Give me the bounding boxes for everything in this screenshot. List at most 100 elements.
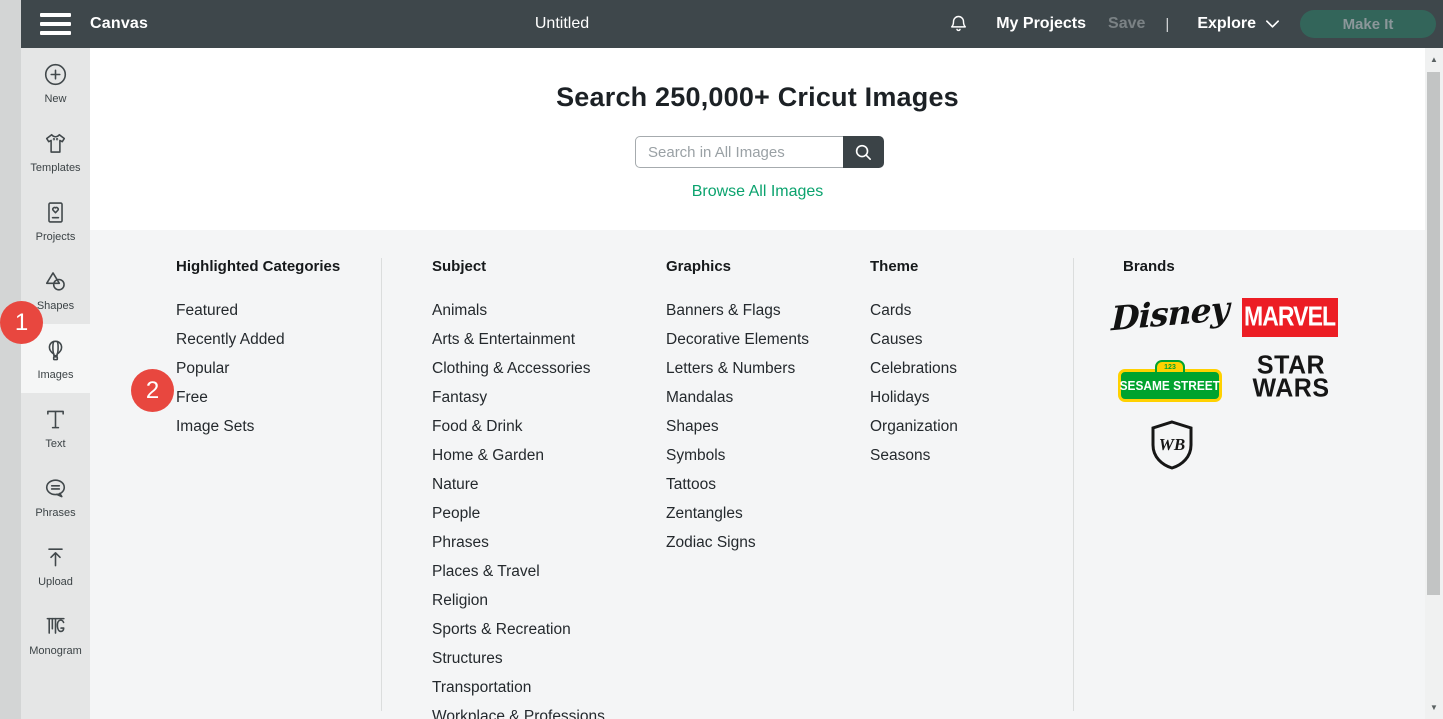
category-link[interactable]: Recently Added	[176, 325, 340, 354]
category-link[interactable]: Tattoos	[666, 470, 809, 499]
make-it-button[interactable]: Make It	[1300, 10, 1436, 38]
canvas-label[interactable]: Canvas	[90, 15, 148, 33]
browse-all-images-link-wrap: Browse All Images	[90, 183, 1425, 201]
sidebar-item-projects[interactable]: Projects	[21, 186, 90, 255]
image-categories-panel: Highlighted Categories FeaturedRecently …	[90, 230, 1425, 719]
sidebar-item-label: Upload	[38, 576, 73, 588]
explore-menu[interactable]: Explore	[1197, 15, 1280, 33]
new-plus-icon	[42, 61, 69, 88]
category-link[interactable]: Banners & Flags	[666, 296, 809, 325]
subject-list: AnimalsArts & EntertainmentClothing & Ac…	[432, 296, 605, 719]
highlighted-categories-list: FeaturedRecently AddedPopularFreeImage S…	[176, 296, 340, 441]
sidebar-item-label: Projects	[36, 231, 76, 243]
category-link[interactable]: Featured	[176, 296, 340, 325]
category-link[interactable]: Letters & Numbers	[666, 354, 809, 383]
category-link[interactable]: Free	[176, 383, 340, 412]
document-title[interactable]: Untitled	[535, 15, 589, 33]
disney-logo[interactable]: Disney	[1116, 288, 1224, 338]
sidebar-item-new[interactable]: New	[21, 48, 90, 117]
category-link[interactable]: Popular	[176, 354, 340, 383]
category-link[interactable]: Phrases	[432, 528, 605, 557]
category-link[interactable]: Structures	[432, 644, 605, 673]
column-theme: Theme CardsCausesCelebrationsHolidaysOrg…	[870, 258, 958, 470]
sesame-123-badge: 123	[1155, 360, 1185, 374]
speech-bubble-icon	[42, 475, 69, 502]
my-projects-button[interactable]: My Projects	[996, 15, 1086, 33]
category-link[interactable]: Clothing & Accessories	[432, 354, 605, 383]
category-link[interactable]: Seasons	[870, 441, 958, 470]
sesame-street-logo[interactable]: 123 SESAME STREET	[1118, 362, 1222, 402]
star-wars-logo[interactable]: STAR WARS	[1243, 355, 1339, 410]
column-graphics: Graphics Banners & FlagsDecorative Eleme…	[666, 258, 809, 557]
column-header: Brands	[1123, 258, 1175, 275]
category-link[interactable]: Arts & Entertainment	[432, 325, 605, 354]
category-link[interactable]: Workplace & Professions	[432, 702, 605, 719]
column-divider	[381, 258, 382, 711]
scrollbar-thumb[interactable]	[1427, 72, 1440, 595]
warner-bros-logo[interactable]: WB	[1150, 420, 1194, 470]
category-link[interactable]: Mandalas	[666, 383, 809, 412]
theme-list: CardsCausesCelebrationsHolidaysOrganizat…	[870, 296, 958, 470]
category-link[interactable]: Zentangles	[666, 499, 809, 528]
chevron-down-icon	[1265, 19, 1280, 29]
category-link[interactable]: Image Sets	[176, 412, 340, 441]
sidebar-item-upload[interactable]: Upload	[21, 531, 90, 600]
save-button[interactable]: Save	[1108, 15, 1145, 33]
category-link[interactable]: Places & Travel	[432, 557, 605, 586]
column-header: Subject	[432, 258, 605, 275]
column-highlighted-categories: Highlighted Categories FeaturedRecently …	[176, 258, 340, 441]
notifications-bell-icon[interactable]	[947, 12, 970, 36]
sidebar-item-label: Images	[37, 369, 73, 381]
project-card-heart-icon	[42, 199, 69, 226]
category-link[interactable]: People	[432, 499, 605, 528]
category-link[interactable]: Decorative Elements	[666, 325, 809, 354]
category-link[interactable]: Zodiac Signs	[666, 528, 809, 557]
window-edge-strip	[0, 0, 21, 719]
marvel-logo[interactable]: MARVEL	[1242, 298, 1338, 337]
category-link[interactable]: Causes	[870, 325, 958, 354]
sidebar-item-label: Phrases	[35, 507, 75, 519]
column-subject: Subject AnimalsArts & EntertainmentCloth…	[432, 258, 605, 719]
category-link[interactable]: Food & Drink	[432, 412, 605, 441]
scroll-up-arrow[interactable]: ▲	[1425, 53, 1443, 67]
sidebar-item-templates[interactable]: Templates	[21, 117, 90, 186]
category-link[interactable]: Sports & Recreation	[432, 615, 605, 644]
sidebar-item-label: Text	[45, 438, 65, 450]
category-link[interactable]: Fantasy	[432, 383, 605, 412]
menu-hamburger-button[interactable]	[40, 13, 71, 35]
category-link[interactable]: Transportation	[432, 673, 605, 702]
tool-sidebar: New Templates Projects Shapes	[21, 48, 90, 719]
column-divider	[1073, 258, 1074, 711]
letter-t-icon	[42, 406, 69, 433]
category-link[interactable]: Religion	[432, 586, 605, 615]
category-link[interactable]: Home & Garden	[432, 441, 605, 470]
column-header: Graphics	[666, 258, 809, 275]
category-link[interactable]: Organization	[870, 412, 958, 441]
sidebar-item-text[interactable]: Text	[21, 393, 90, 462]
category-link[interactable]: Celebrations	[870, 354, 958, 383]
vertical-scrollbar[interactable]: ▲ ▼	[1425, 48, 1443, 719]
category-link[interactable]: Symbols	[666, 441, 809, 470]
search-button[interactable]	[843, 136, 884, 168]
scroll-down-arrow[interactable]: ▼	[1425, 701, 1443, 715]
category-link[interactable]: Nature	[432, 470, 605, 499]
category-link[interactable]: Holidays	[870, 383, 958, 412]
triangle-circle-icon	[42, 268, 69, 295]
explore-label: Explore	[1197, 15, 1256, 33]
sidebar-item-label: Shapes	[37, 300, 74, 312]
search-input[interactable]	[635, 136, 843, 168]
tshirt-icon	[42, 130, 69, 157]
column-header: Highlighted Categories	[176, 258, 340, 275]
sidebar-item-phrases[interactable]: Phrases	[21, 462, 90, 531]
category-link[interactable]: Shapes	[666, 412, 809, 441]
sidebar-item-monogram[interactable]: Monogram	[21, 600, 90, 669]
category-link[interactable]: Cards	[870, 296, 958, 325]
browse-all-images-link[interactable]: Browse All Images	[692, 183, 824, 200]
topbar-actions: My Projects Save | Explore Make It	[947, 0, 1436, 48]
top-bar: Canvas Untitled My Projects Save | Explo…	[21, 0, 1443, 48]
page-title: Search 250,000+ Cricut Images	[90, 82, 1425, 113]
sidebar-item-label: New	[44, 93, 66, 105]
topbar-divider: |	[1165, 16, 1169, 33]
category-link[interactable]: Animals	[432, 296, 605, 325]
graphics-list: Banners & FlagsDecorative ElementsLetter…	[666, 296, 809, 557]
